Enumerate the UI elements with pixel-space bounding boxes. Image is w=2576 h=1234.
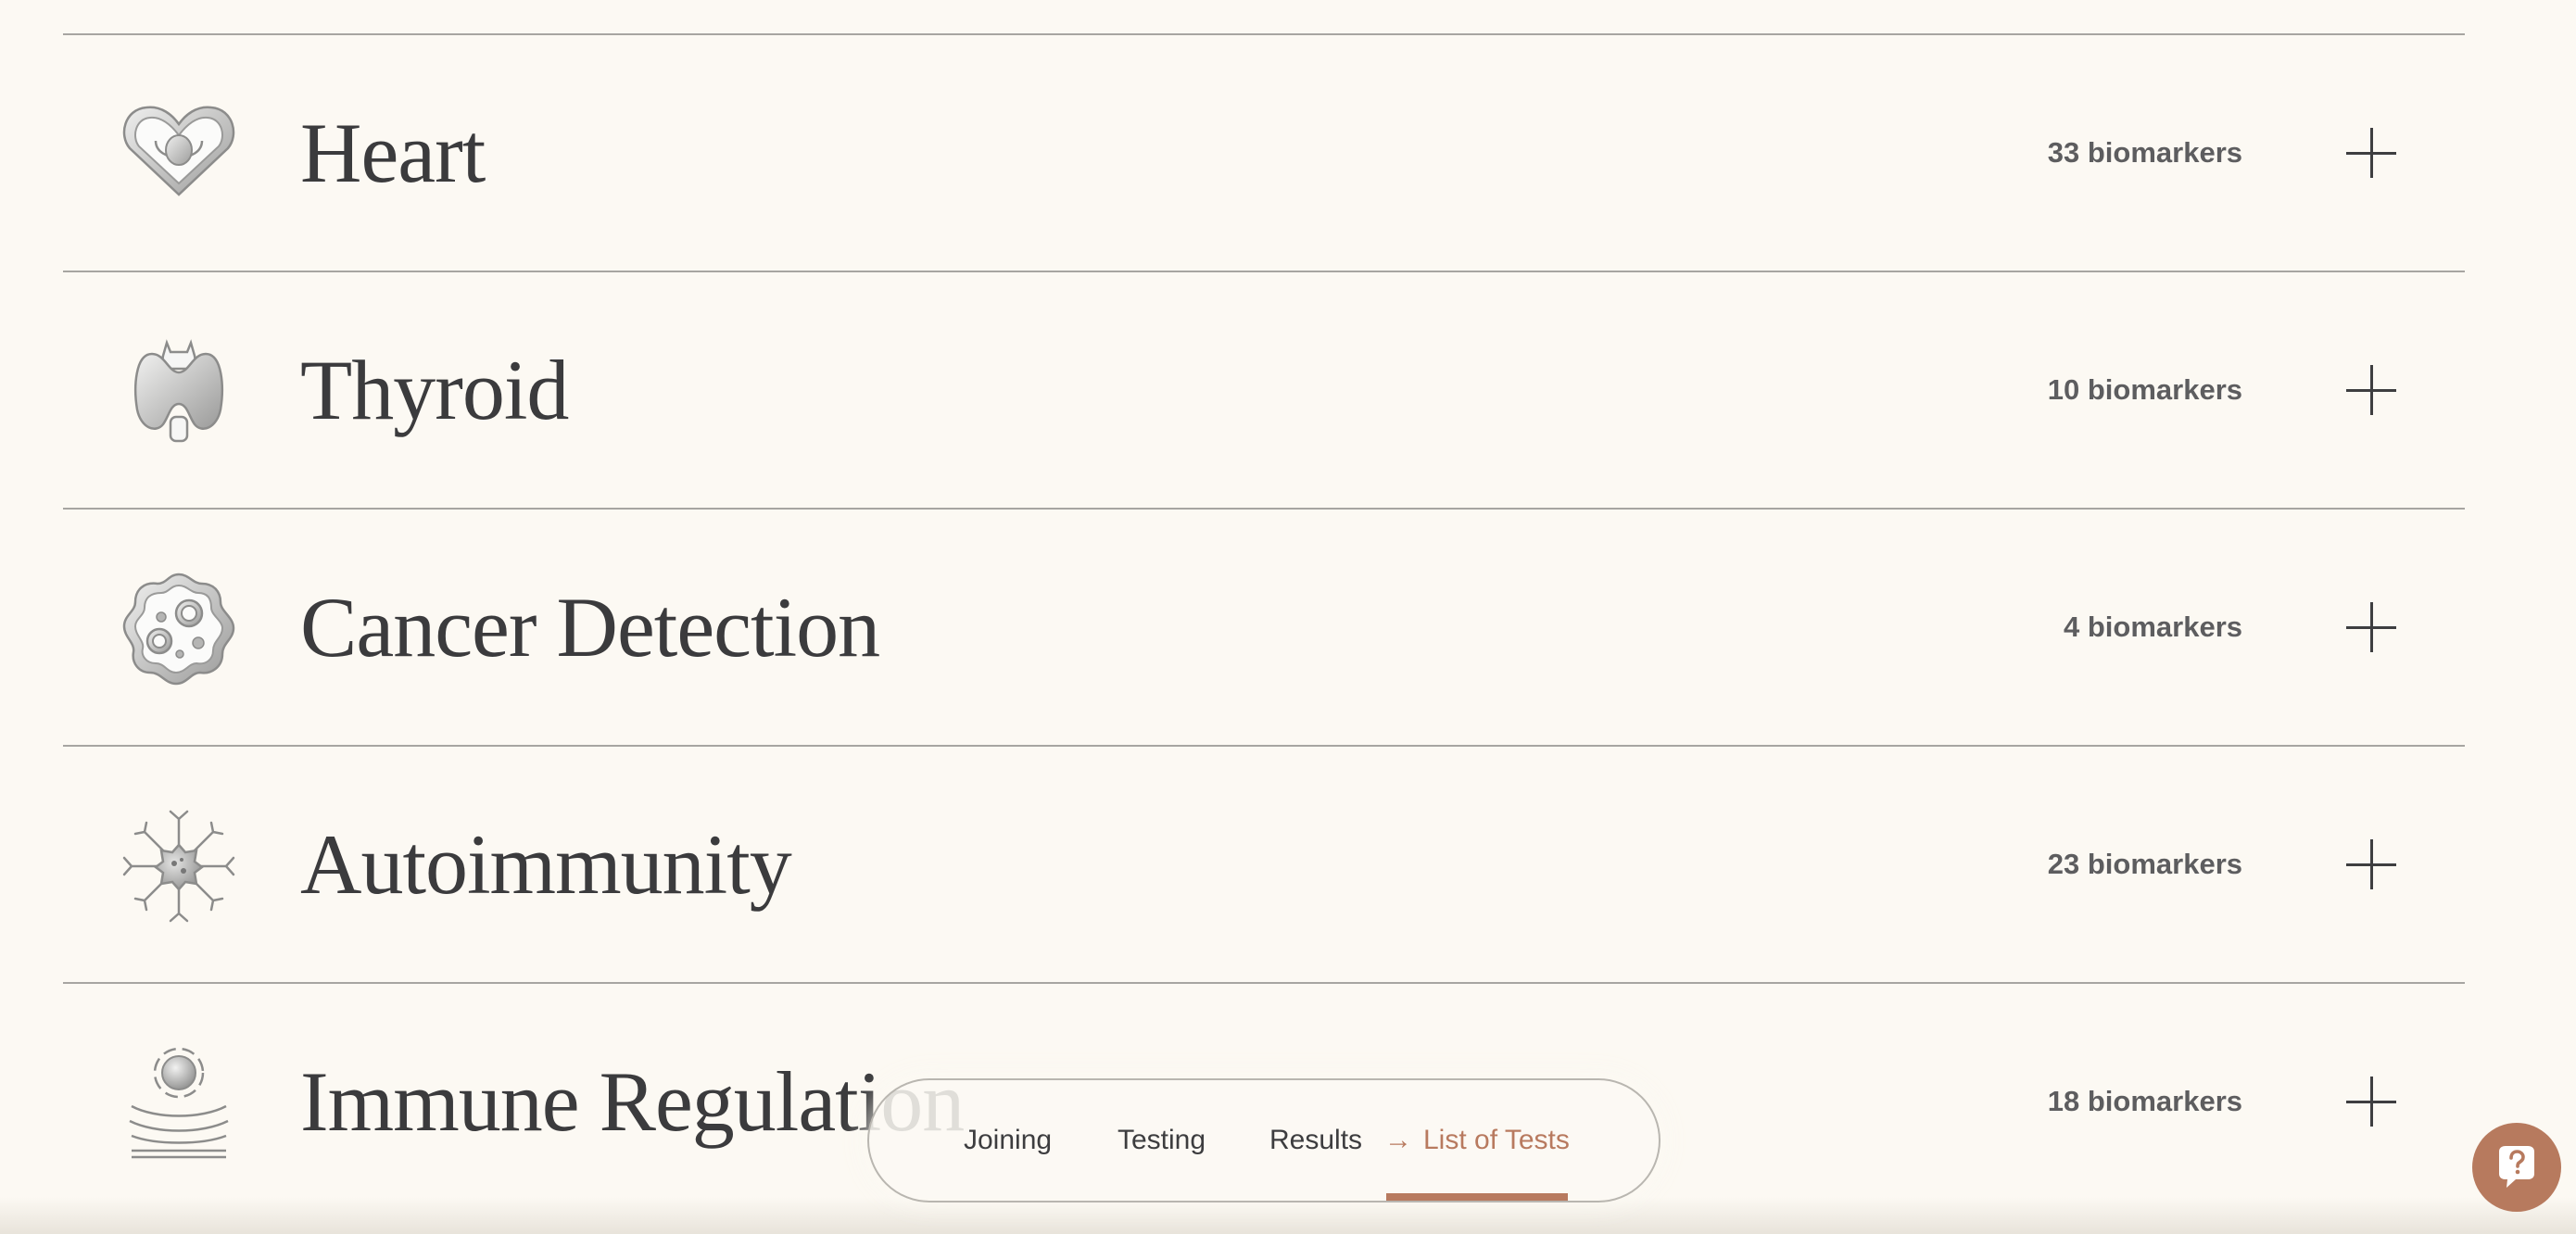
biomarker-count: 33 biomarkers	[2047, 136, 2242, 169]
category-title: Heart	[300, 106, 486, 200]
immune-shield-icon	[119, 1043, 239, 1164]
section-nav: Joining Testing Results → List of Tests	[867, 1078, 1661, 1203]
help-chat-button[interactable]	[2472, 1123, 2561, 1212]
expand-plus-icon[interactable]	[2346, 837, 2402, 892]
expand-plus-icon[interactable]	[2346, 362, 2402, 418]
bottom-fade	[0, 1197, 2576, 1234]
category-row-heart[interactable]: Heart 33 biomarkers	[63, 35, 2465, 271]
arrow-right-icon: →	[1384, 1125, 1412, 1155]
page: Heart 33 biomarkers Thyroid 10 biomarker…	[0, 0, 2576, 1234]
biomarker-count: 10 biomarkers	[2047, 373, 2242, 406]
nav-list-of-tests[interactable]: → List of Tests	[1384, 1125, 1570, 1156]
expand-plus-icon[interactable]	[2346, 125, 2402, 181]
heart-icon	[119, 94, 239, 215]
biomarker-count: 18 biomarkers	[2047, 1085, 2242, 1117]
thyroid-icon	[119, 332, 239, 452]
question-icon	[2499, 1146, 2534, 1188]
category-row-thyroid[interactable]: Thyroid 10 biomarkers	[63, 272, 2465, 508]
biomarker-count: 4 biomarkers	[2064, 611, 2242, 643]
nav-testing[interactable]: Testing	[1118, 1125, 1206, 1156]
expand-plus-icon[interactable]	[2346, 599, 2402, 655]
category-title: Autoimmunity	[300, 817, 792, 912]
expand-plus-icon[interactable]	[2346, 1074, 2402, 1129]
nav-active-label: List of Tests	[1423, 1125, 1570, 1155]
category-title: Thyroid	[300, 343, 569, 437]
nav-joining[interactable]: Joining	[964, 1125, 1052, 1156]
category-title: Cancer Detection	[300, 580, 880, 674]
nav-results[interactable]: Results	[1269, 1125, 1362, 1156]
category-title: Immune Regulation	[300, 1054, 965, 1149]
biomarker-count: 23 biomarkers	[2047, 848, 2242, 880]
cell-icon	[119, 569, 239, 689]
category-row-autoimmunity[interactable]: Autoimmunity 23 biomarkers	[63, 747, 2465, 982]
antibody-icon	[119, 806, 239, 926]
active-indicator	[1386, 1193, 1568, 1201]
category-row-cancer-detection[interactable]: Cancer Detection 4 biomarkers	[63, 510, 2465, 745]
